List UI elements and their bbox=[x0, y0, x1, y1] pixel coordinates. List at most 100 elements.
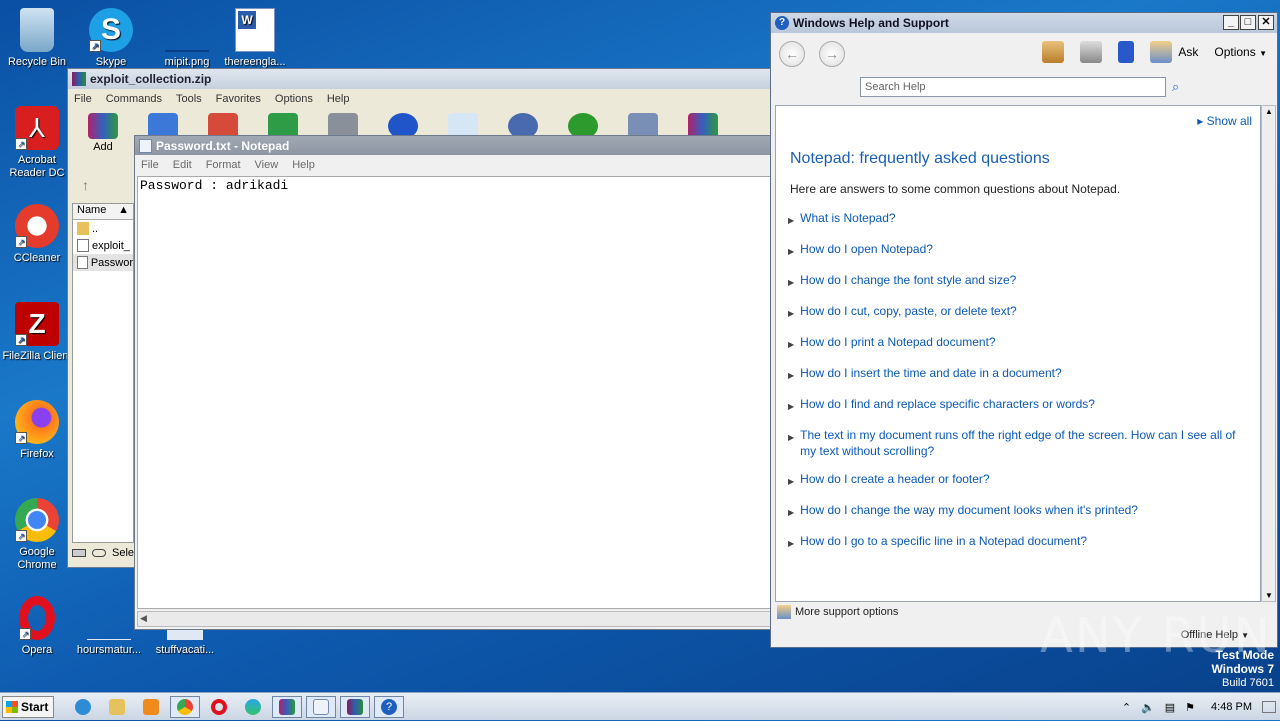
menu-format[interactable]: Format bbox=[206, 159, 241, 171]
home-icon[interactable] bbox=[1042, 41, 1065, 63]
column-header-name[interactable]: Name ▲ bbox=[73, 204, 133, 220]
scroll-up-icon[interactable]: ▲ bbox=[1265, 107, 1273, 116]
taskbar-explorer[interactable] bbox=[102, 696, 132, 718]
list-item[interactable]: .. bbox=[73, 220, 133, 237]
folder-icon bbox=[109, 698, 125, 715]
scroll-down-icon[interactable]: ▼ bbox=[1265, 591, 1273, 600]
taskbar-notepad[interactable] bbox=[306, 695, 336, 718]
horizontal-scrollbar[interactable]: ◀ bbox=[137, 611, 771, 627]
add-button[interactable]: Add bbox=[82, 113, 124, 153]
taskbar-media-player[interactable] bbox=[136, 696, 166, 718]
faq-item[interactable]: ▶ How do I create a header or footer? bbox=[788, 471, 1238, 490]
forward-button[interactable]: → bbox=[819, 41, 845, 67]
winrar-icon bbox=[279, 698, 295, 715]
clock[interactable]: 4:48 PM bbox=[1211, 701, 1252, 713]
faq-item[interactable]: ▶ How do I print a Notepad document? bbox=[788, 334, 1238, 353]
faq-item[interactable]: ▶ How do I find and replace specific char… bbox=[788, 396, 1238, 415]
faq-list: ▶ What is Notepad? ▶ How do I open Notepad… bbox=[788, 210, 1238, 564]
print-icon[interactable] bbox=[1080, 41, 1103, 63]
show-all-link[interactable]: ▸ Show all bbox=[1197, 114, 1252, 128]
options-button[interactable]: Options ▼ bbox=[1214, 45, 1267, 59]
close-button[interactable]: ✕ bbox=[1258, 15, 1274, 30]
faq-item[interactable]: ▶ How do I open Notepad? bbox=[788, 241, 1238, 260]
maximize-button[interactable]: □ bbox=[1240, 15, 1256, 30]
show-desktop-button[interactable] bbox=[1262, 701, 1276, 713]
desktop-icon-mipit[interactable]: mipit.png bbox=[150, 8, 224, 69]
ask-button[interactable]: Ask bbox=[1150, 41, 1198, 63]
taskbar-chrome[interactable] bbox=[170, 695, 200, 718]
key-icon bbox=[92, 549, 106, 557]
desktop-icon-label: Acrobat Reader DC bbox=[9, 154, 65, 179]
menu-help[interactable]: Help bbox=[292, 159, 315, 171]
ccleaner-icon: ↗ bbox=[15, 204, 59, 248]
expand-arrow-icon: ▶ bbox=[788, 539, 795, 548]
menu-file[interactable]: File bbox=[74, 93, 92, 105]
tray-expand-icon[interactable]: ⌃ bbox=[1122, 701, 1131, 714]
faq-item[interactable]: ▶ What is Notepad? bbox=[788, 210, 1238, 229]
internet-explorer-icon bbox=[75, 698, 91, 715]
menu-options[interactable]: Options bbox=[275, 93, 313, 105]
notepad-text-area[interactable]: Password : adrikadi bbox=[137, 176, 771, 609]
expand-arrow-icon: ▶ bbox=[788, 278, 795, 287]
menu-help[interactable]: Help bbox=[327, 93, 350, 105]
desktop-icon-chrome[interactable]: ↗ Google Chrome bbox=[0, 498, 74, 572]
sort-arrow-icon: ▲ bbox=[118, 204, 129, 216]
desktop-icon-label: Google Chrome bbox=[17, 546, 57, 571]
desktop-icon-firefox[interactable]: ↗ Firefox bbox=[0, 400, 74, 461]
desktop-icon-filezilla[interactable]: Z ↗ FileZilla Client bbox=[0, 302, 74, 363]
taskbar-opera[interactable] bbox=[204, 696, 234, 718]
faq-item[interactable]: ▶ How do I change the way my document loo… bbox=[788, 502, 1238, 521]
browse-help-icon[interactable] bbox=[1118, 41, 1135, 63]
list-item[interactable]: Passwor bbox=[73, 254, 133, 271]
menu-edit[interactable]: Edit bbox=[173, 159, 192, 171]
faq-item[interactable]: ▶ How do I change the font style and size… bbox=[788, 272, 1238, 291]
help-content-pane: ▸ Show all Notepad: frequently asked que… bbox=[775, 105, 1261, 602]
faq-item[interactable]: ▶ How do I insert the time and date in a … bbox=[788, 365, 1238, 384]
expand-arrow-icon: ▶ bbox=[788, 216, 795, 225]
ask-icon bbox=[1150, 41, 1173, 63]
help-app-icon: ? bbox=[775, 16, 789, 30]
notepad-titlebar[interactable]: Password.txt - Notepad bbox=[135, 136, 773, 155]
desktop-icon-skype[interactable]: S ↗ Skype bbox=[74, 8, 148, 69]
chevron-down-icon: ▼ bbox=[1259, 49, 1267, 58]
faq-item[interactable]: ▶ How do I go to a specific line in a Not… bbox=[788, 533, 1238, 552]
taskbar-help[interactable]: ? bbox=[374, 695, 404, 718]
up-folder-button[interactable]: ↑ bbox=[82, 177, 89, 193]
search-input[interactable]: Search Help bbox=[860, 77, 1166, 97]
taskbar-winrar-2[interactable] bbox=[340, 695, 370, 718]
winrar-titlebar[interactable]: exploit_collection.zip bbox=[68, 69, 776, 89]
faq-item[interactable]: ▶ How do I cut, copy, paste, or delete te… bbox=[788, 303, 1238, 322]
back-button[interactable]: ← bbox=[779, 41, 805, 67]
menu-tools[interactable]: Tools bbox=[176, 93, 202, 105]
list-item[interactable]: exploit_ bbox=[73, 237, 133, 254]
desktop-icon-ccleaner[interactable]: ↗ CCleaner bbox=[0, 204, 74, 265]
volume-icon[interactable]: 🔈 bbox=[1141, 701, 1155, 714]
vertical-scrollbar[interactable]: ▲ ▼ bbox=[1261, 105, 1276, 602]
menu-view[interactable]: View bbox=[255, 159, 279, 171]
desktop-icon-label: Skype bbox=[95, 56, 127, 68]
flag-icon[interactable]: ⚑ bbox=[1185, 701, 1195, 714]
desktop-icon-acrobat[interactable]: ⅄ ↗ Acrobat Reader DC bbox=[0, 106, 74, 180]
expand-arrow-icon: ▶ bbox=[788, 508, 795, 517]
menu-commands[interactable]: Commands bbox=[106, 93, 162, 105]
taskbar-ie[interactable] bbox=[68, 696, 98, 718]
scroll-left-icon[interactable]: ◀ bbox=[140, 613, 147, 624]
menu-file[interactable]: File bbox=[141, 159, 159, 171]
minimize-button[interactable]: _ bbox=[1223, 15, 1239, 30]
more-support-options[interactable]: More support options bbox=[777, 605, 898, 619]
help-titlebar[interactable]: ? Windows Help and Support _ □ ✕ bbox=[771, 13, 1277, 33]
start-button[interactable]: Start bbox=[2, 695, 54, 718]
desktop-icon-thereengla[interactable]: W thereengla... bbox=[218, 8, 292, 69]
filezilla-icon: Z ↗ bbox=[15, 302, 59, 346]
network-icon[interactable]: ▤ bbox=[1165, 701, 1175, 714]
faq-item[interactable]: ▶ The text in my document runs off the ri… bbox=[788, 427, 1238, 459]
winrar-statusbar: Sele bbox=[72, 547, 134, 559]
desktop-icon-recycle-bin[interactable]: Recycle Bin bbox=[0, 8, 74, 69]
desktop-icon-opera[interactable]: ↗ Opera bbox=[0, 596, 74, 657]
taskbar-winrar[interactable] bbox=[272, 695, 302, 718]
menu-favorites[interactable]: Favorites bbox=[216, 93, 261, 105]
chrome-icon: ↗ bbox=[15, 498, 59, 542]
search-icon[interactable]: ⌕ bbox=[1172, 79, 1179, 95]
edge-icon bbox=[245, 698, 261, 715]
taskbar-edge[interactable] bbox=[238, 696, 268, 718]
